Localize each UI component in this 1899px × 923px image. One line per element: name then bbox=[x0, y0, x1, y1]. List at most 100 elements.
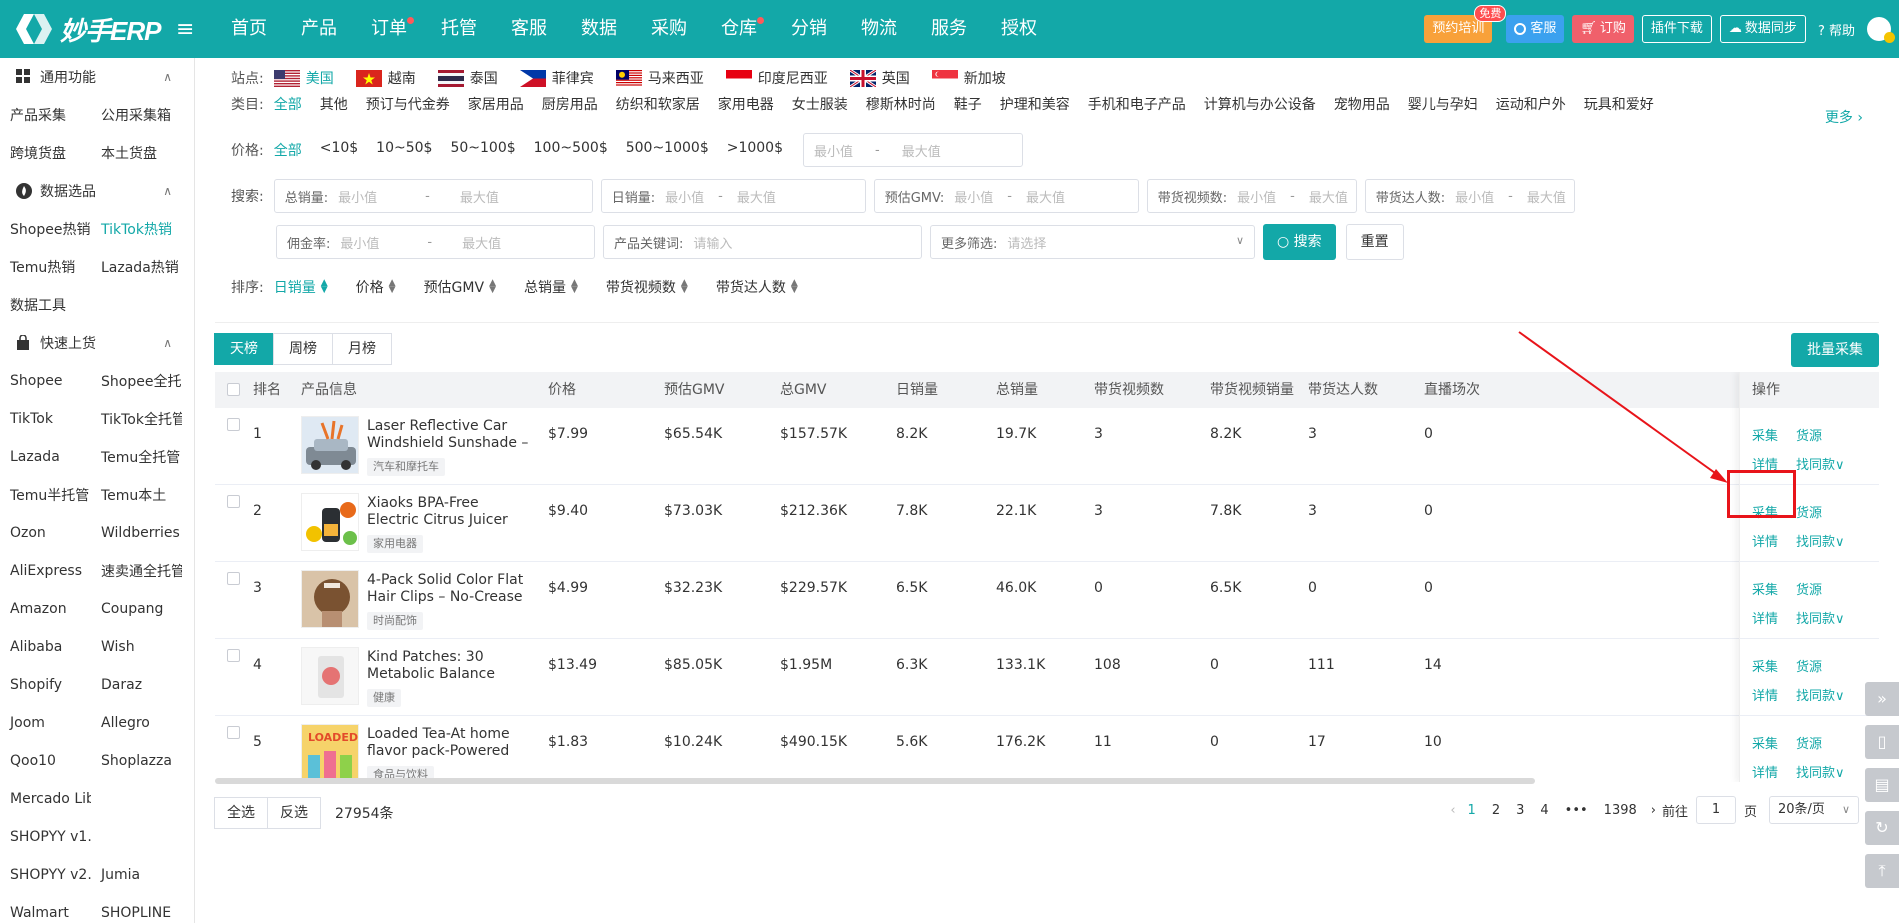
sidebar-item[interactable]: Jumia bbox=[91, 867, 182, 883]
category-option[interactable]: 计算机与办公设备 bbox=[1204, 94, 1316, 114]
sort-option[interactable]: 总销量 ▲ ▼ bbox=[524, 277, 578, 297]
nav-item[interactable]: 托管 bbox=[424, 0, 494, 58]
prev-page-icon[interactable]: ‹ bbox=[1450, 803, 1455, 818]
table-row[interactable]: 4 Kind Patches: 30 Metabolic Balance Patc… bbox=[215, 639, 1879, 716]
patch-image[interactable] bbox=[301, 647, 359, 705]
category-option[interactable]: 宠物用品 bbox=[1334, 94, 1390, 114]
nav-item[interactable]: 采购 bbox=[634, 0, 704, 58]
nav-item[interactable]: 分销 bbox=[774, 0, 844, 58]
juicer-image[interactable] bbox=[301, 493, 359, 551]
source-link[interactable]: 货源 bbox=[1796, 502, 1822, 521]
sidebar-item[interactable]: 公用采集箱 bbox=[91, 105, 182, 125]
nav-item[interactable]: 物流 bbox=[844, 0, 914, 58]
range-min-field[interactable]: 最小值 bbox=[1237, 187, 1276, 206]
select-all-checkbox[interactable] bbox=[227, 383, 240, 396]
sidebar-item[interactable]: Temu热销 bbox=[0, 257, 91, 277]
page-number[interactable]: 2 bbox=[1492, 803, 1500, 818]
category-option[interactable]: 家居用品 bbox=[468, 94, 524, 114]
commission-range-input[interactable]: 佣金率: 最小值 - 最大值 bbox=[276, 225, 595, 259]
sidebar-item[interactable]: TikTok全托管 bbox=[91, 409, 182, 429]
more-categories-link[interactable]: 更多 › bbox=[1825, 107, 1863, 127]
nav-item[interactable]: 服务 bbox=[914, 0, 984, 58]
sidebar-item[interactable]: Temu全托管 bbox=[91, 447, 182, 467]
collect-link[interactable]: 采集 bbox=[1752, 579, 1778, 598]
sort-option[interactable]: 预估GMV ▲ ▼ bbox=[424, 277, 496, 297]
chevron-up-icon[interactable]: ∧ bbox=[163, 336, 172, 350]
page-number[interactable]: 1398 bbox=[1604, 803, 1637, 818]
detail-link[interactable]: 详情 bbox=[1752, 762, 1778, 781]
price-option[interactable]: 50~100$ bbox=[450, 140, 515, 160]
page-size-select[interactable]: 20条/页 ∨ bbox=[1769, 796, 1859, 824]
row-checkbox[interactable] bbox=[227, 726, 240, 739]
nav-item[interactable]: 数据 bbox=[564, 0, 634, 58]
more-filter-select[interactable]: 更多筛选: 请选择 ∨ bbox=[930, 225, 1255, 259]
range-filter-input[interactable]: 带货达人数: 最小值 - 最大值 bbox=[1364, 179, 1575, 213]
next-page-icon[interactable]: › bbox=[1651, 803, 1656, 818]
range-filter-input[interactable]: 总销量: 最小值 - 最大值 bbox=[273, 179, 593, 213]
category-option[interactable]: 运动和户外 bbox=[1496, 94, 1566, 114]
page-number[interactable]: ••• bbox=[1565, 803, 1588, 818]
sidebar-item[interactable]: Walmart bbox=[0, 905, 91, 921]
sidebar-item[interactable]: Wildberries bbox=[91, 525, 182, 541]
sidebar-item[interactable]: Shopify bbox=[0, 677, 91, 693]
find-similar-link[interactable]: 找同款∨ bbox=[1796, 608, 1845, 627]
range-min-field[interactable]: 最小值 bbox=[954, 187, 993, 206]
source-link[interactable]: 货源 bbox=[1796, 733, 1822, 752]
station-option[interactable]: 印度尼西亚 bbox=[725, 68, 828, 88]
plugin-download-button[interactable]: 插件下载 bbox=[1641, 15, 1712, 43]
nav-item[interactable]: 授权 bbox=[984, 0, 1054, 58]
category-option[interactable]: 家用电器 bbox=[718, 94, 774, 114]
category-option[interactable]: 鞋子 bbox=[954, 94, 982, 114]
range-min-field[interactable]: 最小值 bbox=[665, 187, 704, 206]
ranking-tab[interactable]: 月榜 bbox=[332, 333, 392, 365]
nav-item[interactable]: 首页 bbox=[214, 0, 284, 58]
detail-link[interactable]: 详情 bbox=[1752, 531, 1778, 550]
hairclip-image[interactable] bbox=[301, 570, 359, 628]
select-all-button[interactable]: 全选 bbox=[214, 797, 268, 829]
price-min-field[interactable]: 最小值 bbox=[814, 141, 853, 160]
category-option[interactable]: 预订与代金券 bbox=[366, 94, 450, 114]
product-title[interactable]: Laser Reflective Car Windshield Sunshade… bbox=[367, 418, 529, 452]
sidebar-item[interactable]: Joom bbox=[0, 715, 91, 731]
keyword-input[interactable]: 产品关键词: 请输入 bbox=[603, 225, 922, 259]
price-option[interactable]: 全部 bbox=[274, 140, 302, 160]
sidebar-item[interactable]: 数据工具 bbox=[0, 295, 91, 315]
row-checkbox[interactable] bbox=[227, 649, 240, 662]
category-option[interactable]: 全部 bbox=[274, 94, 302, 114]
sidebar-item[interactable]: Shoplazza bbox=[91, 753, 182, 769]
table-row[interactable]: 1 Laser Reflective Car Windshield Sunshad… bbox=[215, 408, 1879, 485]
product-title[interactable]: Loaded Tea-At home flavor pack-Powered c… bbox=[367, 726, 529, 760]
sidebar-item[interactable]: Shopee全托管 bbox=[91, 371, 182, 391]
station-option[interactable]: 新加坡 bbox=[931, 68, 1006, 88]
find-similar-link[interactable]: 找同款∨ bbox=[1796, 531, 1845, 550]
sidebar-item[interactable]: TikTok热销 bbox=[91, 219, 182, 239]
bulk-collect-button[interactable]: 批量采集 bbox=[1791, 333, 1879, 367]
back-to-top-icon[interactable]: ⤒ bbox=[1865, 854, 1899, 888]
category-option[interactable]: 婴儿与孕妇 bbox=[1408, 94, 1478, 114]
range-filter-input[interactable]: 带货视频数: 最小值 - 最大值 bbox=[1146, 179, 1357, 213]
sidebar-item[interactable]: Shopee bbox=[0, 373, 91, 389]
sort-option[interactable]: 日销量 ▲ ▼ bbox=[274, 277, 328, 297]
range-filter-input[interactable]: 日销量: 最小值 - 最大值 bbox=[600, 179, 866, 213]
nav-item[interactable]: 订单 bbox=[354, 0, 424, 58]
page-number[interactable]: 3 bbox=[1516, 803, 1524, 818]
range-max-field[interactable]: 最大值 bbox=[1527, 187, 1566, 206]
menu-toggle-icon[interactable]: ≡ bbox=[176, 17, 196, 42]
station-option[interactable]: 马来西亚 bbox=[615, 68, 704, 88]
station-option[interactable]: 菲律宾 bbox=[519, 68, 594, 88]
price-option[interactable]: 100~500$ bbox=[534, 140, 608, 160]
order-button[interactable]: 🛒︎ 订购 bbox=[1572, 15, 1634, 43]
range-max-field[interactable]: 最大值 bbox=[460, 187, 499, 206]
car-image[interactable] bbox=[301, 416, 359, 474]
customer-service-button[interactable]: 客服 bbox=[1506, 15, 1565, 43]
invert-selection-button[interactable]: 反选 bbox=[267, 797, 321, 829]
horizontal-scrollbar[interactable] bbox=[215, 778, 1535, 784]
sidebar-item[interactable]: Wish bbox=[91, 639, 182, 655]
station-option[interactable]: 泰国 bbox=[437, 68, 498, 88]
nav-item[interactable]: 产品 bbox=[284, 0, 354, 58]
chevron-up-icon[interactable]: ∧ bbox=[163, 70, 172, 84]
product-title[interactable]: 4-Pack Solid Color Flat Hair Clips – No-… bbox=[367, 572, 529, 606]
range-max-field[interactable]: 最大值 bbox=[737, 187, 776, 206]
collect-link[interactable]: 采集 bbox=[1752, 656, 1778, 675]
page-number[interactable]: 4 bbox=[1540, 803, 1548, 818]
